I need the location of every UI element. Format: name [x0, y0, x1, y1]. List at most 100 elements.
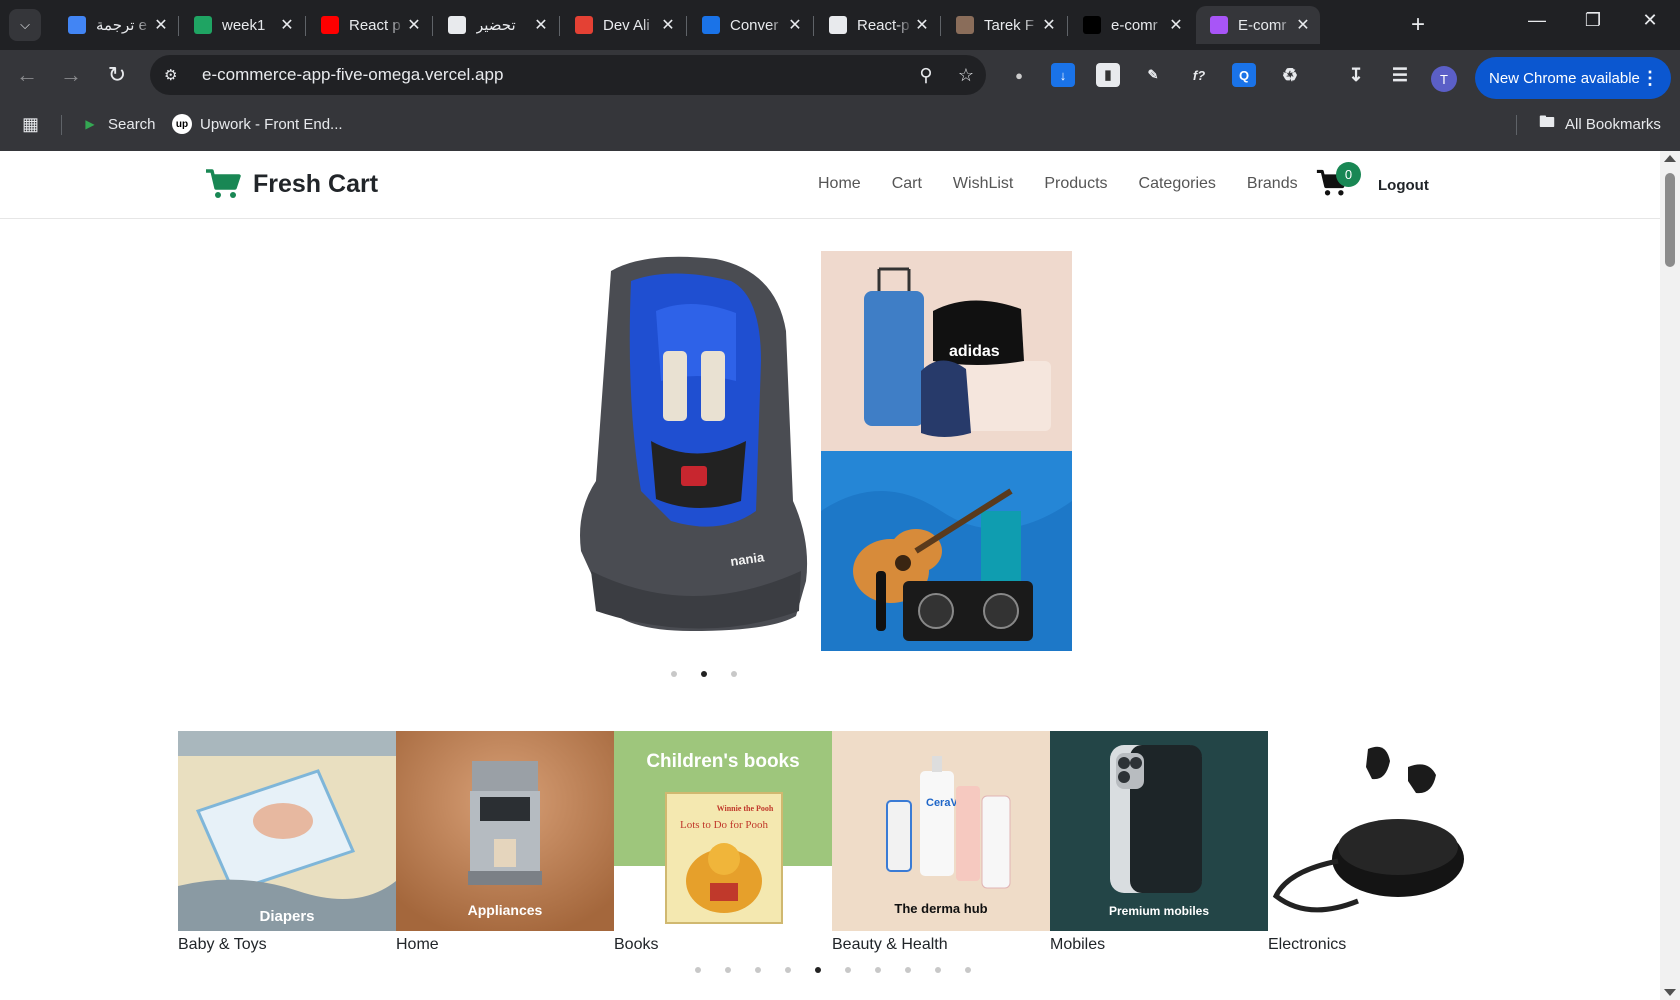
- nav-products[interactable]: Products: [1044, 175, 1107, 193]
- tab-title: week1: [222, 16, 266, 34]
- cart-count-badge: 0: [1336, 162, 1361, 187]
- category-label: Beauty & Health: [832, 936, 948, 953]
- category-card[interactable]: Appliances Home: [396, 731, 614, 954]
- site-settings-icon[interactable]: ⚙: [164, 66, 186, 84]
- browser-tab[interactable]: Tarek F ✕: [942, 6, 1066, 44]
- close-window-button[interactable]: ✕: [1630, 10, 1670, 31]
- category-dot[interactable]: [815, 967, 821, 973]
- close-tab-icon[interactable]: ✕: [152, 15, 170, 35]
- category-dot[interactable]: [785, 967, 791, 973]
- close-tab-icon[interactable]: ✕: [1040, 15, 1058, 35]
- hero-dot[interactable]: [671, 671, 677, 677]
- close-tab-icon[interactable]: ✕: [1294, 15, 1312, 35]
- diapers-image: Diapers: [178, 731, 396, 931]
- category-dot[interactable]: [935, 967, 941, 973]
- youtube-icon: [321, 16, 339, 34]
- media-controls-icon[interactable]: ☰: [1388, 63, 1412, 87]
- address-bar[interactable]: ⚙ e-commerce-app-five-omega.vercel.app ⚲…: [150, 55, 986, 95]
- browser-tab[interactable]: Conver ✕: [688, 6, 812, 44]
- category-card[interactable]: CeraVe The derma hub Beauty & Health: [832, 731, 1050, 954]
- adidas-text: adidas: [949, 343, 1000, 360]
- profile-avatar[interactable]: T: [1431, 66, 1457, 92]
- eyedropper-extension-icon[interactable]: ✎: [1141, 63, 1165, 87]
- google-drive-icon: [194, 16, 212, 34]
- page-scrollbar[interactable]: [1660, 151, 1680, 1000]
- apps-icon[interactable]: ▦: [22, 114, 39, 135]
- close-tab-icon[interactable]: ✕: [405, 15, 423, 35]
- category-card[interactable]: Electronics: [1268, 731, 1486, 954]
- minimize-button[interactable]: —: [1517, 10, 1557, 31]
- quick-extension-icon[interactable]: Q: [1232, 63, 1256, 87]
- category-dot[interactable]: [725, 967, 731, 973]
- category-label: Books: [614, 936, 659, 953]
- close-tab-icon[interactable]: ✕: [278, 15, 296, 35]
- browser-tab[interactable]: تحضير ✕: [434, 6, 558, 44]
- category-label: Home: [396, 936, 439, 953]
- site-brand[interactable]: Fresh Cart: [205, 168, 378, 200]
- bookmark-search[interactable]: ▶ Search: [80, 114, 155, 134]
- cart-logo-icon: [206, 169, 241, 198]
- more-menu-icon[interactable]: ⋮: [1641, 68, 1659, 89]
- toolbar: ← → ↻ ⚙ e-commerce-app-five-omega.vercel…: [0, 50, 1680, 100]
- category-dot[interactable]: [905, 967, 911, 973]
- hero-dot[interactable]: [701, 671, 707, 677]
- category-overlay: Appliances: [468, 902, 543, 918]
- reload-icon[interactable]: ↻: [103, 62, 131, 88]
- logout-link[interactable]: Logout: [1378, 177, 1429, 194]
- books-image: Children's books Winnie the Pooh Lots to…: [614, 731, 832, 931]
- category-card[interactable]: Children's books Winnie the Pooh Lots to…: [614, 731, 832, 954]
- close-tab-icon[interactable]: ✕: [1167, 15, 1185, 35]
- browser-tab[interactable]: React p ✕: [307, 6, 431, 44]
- new-tab-button[interactable]: +: [1411, 11, 1425, 39]
- browser-tab[interactable]: week1 ✕: [180, 6, 304, 44]
- browser-tab[interactable]: E-comr ✕: [1196, 6, 1320, 44]
- bookmark-upwork[interactable]: up Upwork - Front End...: [172, 114, 343, 134]
- close-tab-icon[interactable]: ✕: [786, 15, 804, 35]
- url-text[interactable]: e-commerce-app-five-omega.vercel.app: [202, 65, 906, 85]
- cart-button[interactable]: 0: [1316, 162, 1361, 201]
- browser-tab[interactable]: e-comr ✕: [1069, 6, 1193, 44]
- site-navbar: Fresh Cart Home Cart WishList Products C…: [0, 151, 1660, 219]
- download-extension-icon[interactable]: ↓: [1051, 63, 1075, 87]
- nav-wishlist[interactable]: WishList: [953, 175, 1013, 193]
- vercel-icon: [1083, 16, 1101, 34]
- browser-tab[interactable]: React-p ✕: [815, 6, 939, 44]
- close-tab-icon[interactable]: ✕: [913, 15, 931, 35]
- update-chrome-button[interactable]: New Chrome available ⋮: [1475, 57, 1671, 99]
- browser-tab[interactable]: Dev Ali ✕: [561, 6, 685, 44]
- scroll-down-icon[interactable]: [1664, 989, 1676, 996]
- category-dot[interactable]: [845, 967, 851, 973]
- scroll-up-icon[interactable]: [1664, 155, 1676, 162]
- category-dot[interactable]: [755, 967, 761, 973]
- restore-button[interactable]: ❐: [1573, 10, 1613, 31]
- back-icon[interactable]: ←: [13, 62, 41, 88]
- category-dot[interactable]: [695, 967, 701, 973]
- nav-home[interactable]: Home: [818, 175, 861, 193]
- bookmark-star-icon[interactable]: ☆: [946, 65, 986, 86]
- category-card[interactable]: Premium mobiles Mobiles: [1050, 731, 1268, 954]
- close-tab-icon[interactable]: ✕: [532, 15, 550, 35]
- category-label: Electronics: [1268, 936, 1347, 953]
- forward-icon[interactable]: →: [57, 62, 85, 88]
- bookmarks-bar: ▦ ▶ Search up Upwork - Front End... 🖿 Al…: [0, 100, 1680, 151]
- nav-cart[interactable]: Cart: [892, 175, 922, 193]
- notes-extension-icon[interactable]: ▮: [1096, 63, 1120, 87]
- downloads-icon[interactable]: ↧: [1344, 63, 1368, 87]
- scroll-thumb[interactable]: [1665, 173, 1675, 267]
- close-tab-icon[interactable]: ✕: [659, 15, 677, 35]
- category-dot[interactable]: [965, 967, 971, 973]
- nav-categories[interactable]: Categories: [1139, 175, 1216, 193]
- category-dot[interactable]: [875, 967, 881, 973]
- category-card[interactable]: Diapers Baby & Toys: [178, 731, 396, 954]
- font-extension-icon[interactable]: f?: [1187, 63, 1211, 87]
- hero-dot[interactable]: [731, 671, 737, 677]
- tab-search-button[interactable]: ⌵: [9, 9, 41, 41]
- all-bookmarks[interactable]: 🖿 All Bookmarks: [1537, 114, 1661, 134]
- extensions-puzzle-icon[interactable]: ♻: [1278, 63, 1302, 87]
- skincare-image: CeraVe The derma hub: [832, 731, 1050, 931]
- tab-title: Tarek F: [984, 16, 1035, 34]
- nav-brands[interactable]: Brands: [1247, 175, 1298, 193]
- zoom-icon[interactable]: ⚲: [906, 65, 946, 86]
- browser-tab[interactable]: ترجمة e ✕: [54, 6, 178, 44]
- spy-extension-icon[interactable]: ●: [1007, 63, 1031, 87]
